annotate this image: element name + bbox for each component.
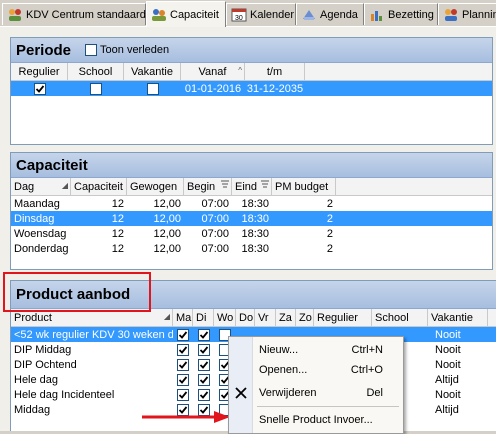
periode-header: Periode Toon verleden [11, 38, 492, 63]
ma-checkbox[interactable] [177, 373, 189, 386]
regulier-checkbox[interactable] [33, 82, 46, 95]
tab-bezetting[interactable]: Bezetting [364, 3, 438, 25]
col-begin[interactable]: Begin [184, 178, 232, 195]
capaciteit-rows: Maandag 12 12,00 07:00 18:30 2 Dinsdag 1… [11, 196, 492, 256]
col-regulier[interactable]: Regulier [11, 63, 68, 80]
ma-checkbox[interactable] [177, 358, 189, 371]
menu-item-nieuw[interactable]: Nieuw... Ctrl+N [229, 340, 405, 360]
periode-grid-header: Regulier School Vakantie Vanaf ^ t/m [11, 63, 492, 81]
di-checkbox[interactable] [197, 328, 210, 341]
table-row[interactable]: Donderdag 12 12,00 07:00 18:30 2 [11, 241, 492, 256]
menu-item-openen[interactable]: Openen... Ctrl+O [229, 360, 405, 380]
col-regulier[interactable]: Regulier [314, 309, 372, 326]
table-row[interactable]: Dinsdag 12 12,00 07:00 18:30 2 [11, 211, 492, 226]
tab-capaciteit[interactable]: Capaciteit [146, 1, 226, 27]
menu-item-snelle-product-invoer[interactable]: Snelle Product Invoer... [229, 410, 405, 430]
school-checkbox[interactable] [90, 82, 102, 95]
capaciteit-grid-header: Dag ◢ Capaciteit Gewogen Begin Eind PM bu… [11, 178, 492, 196]
col-vakantie[interactable]: Vakantie [124, 63, 181, 80]
highlight-box [3, 272, 151, 312]
sort-icon: ◢ [163, 312, 170, 321]
capaciteit-title: Capaciteit [16, 156, 88, 174]
col-tm[interactable]: t/m [245, 63, 305, 80]
planning-icon [443, 8, 459, 22]
di-checkbox[interactable] [197, 373, 210, 386]
col-zo[interactable]: Zo [296, 309, 314, 326]
col-di[interactable]: Di [193, 309, 214, 326]
col-school[interactable]: School [372, 309, 428, 326]
col-vanaf[interactable]: Vanaf ^ [181, 63, 245, 80]
tab-planning[interactable]: Plannin [438, 3, 496, 25]
ma-checkbox[interactable] [177, 328, 189, 341]
col-dag[interactable]: Dag ◢ [11, 178, 71, 195]
tab-kalender[interactable]: 30 Kalender [226, 3, 296, 25]
filter-icon [221, 180, 229, 188]
toon-verleden-checkbox[interactable] [85, 44, 98, 56]
tab-agenda[interactable]: Agenda [296, 3, 364, 25]
di-checkbox[interactable] [197, 358, 210, 371]
tab-kdv-centrum[interactable]: KDV Centrum standaard [2, 3, 146, 25]
col-vakantie[interactable]: Vakantie [428, 309, 488, 326]
periode-title: Periode [16, 41, 72, 59]
col-school[interactable]: School [68, 63, 124, 80]
sort-asc-icon: ^ [238, 66, 242, 75]
toon-verleden-label: Toon verleden [100, 44, 170, 56]
ma-checkbox[interactable] [177, 388, 189, 401]
ma-checkbox[interactable] [177, 343, 189, 356]
delete-x-icon [234, 386, 248, 400]
col-vr[interactable]: Vr [255, 309, 276, 326]
agenda-icon [301, 8, 317, 22]
col-do[interactable]: Do [236, 309, 255, 326]
vanaf-cell: 01-01-2016 [184, 82, 242, 95]
filter-icon [261, 180, 269, 188]
col-pm-budget[interactable]: PM budget [272, 178, 336, 195]
tm-cell: 31-12-2035 [246, 82, 304, 95]
capaciteit-header: Capaciteit [11, 153, 492, 178]
group-icon [7, 8, 23, 22]
col-ma[interactable]: Ma [173, 309, 193, 326]
col-za[interactable]: Za [276, 309, 296, 326]
table-row[interactable]: Maandag 12 12,00 07:00 18:30 2 [11, 196, 492, 211]
periode-panel: Periode Toon verleden Regulier School Va… [10, 37, 493, 145]
menu-separator [257, 406, 399, 407]
col-gewogen[interactable]: Gewogen [127, 178, 184, 195]
capaciteit-panel: Capaciteit Dag ◢ Capaciteit Gewogen Begin… [10, 152, 493, 270]
col-capaciteit[interactable]: Capaciteit [71, 178, 127, 195]
col-eind[interactable]: Eind [232, 178, 272, 195]
chart-icon [369, 8, 385, 22]
vakantie-checkbox[interactable] [146, 82, 159, 95]
di-checkbox[interactable] [197, 343, 210, 356]
users-icon [151, 8, 167, 22]
periode-row[interactable]: 01-01-2016 31-12-2035 [11, 81, 492, 96]
svg-text:30: 30 [235, 15, 243, 22]
pointer-arrow-icon [142, 411, 230, 423]
calendar-icon: 30 [231, 8, 247, 22]
col-wo[interactable]: Wo [214, 309, 236, 326]
menu-item-verwijderen[interactable]: Verwijderen Del [229, 383, 405, 403]
context-menu: Nieuw... Ctrl+N Openen... Ctrl+O Verwijd… [228, 336, 404, 434]
table-row[interactable]: Woensdag 12 12,00 07:00 18:30 2 [11, 226, 492, 241]
sort-icon: ◢ [61, 181, 68, 190]
di-checkbox[interactable] [197, 388, 210, 401]
tab-bar: KDV Centrum standaard Capaciteit 30 Kale… [0, 0, 496, 27]
